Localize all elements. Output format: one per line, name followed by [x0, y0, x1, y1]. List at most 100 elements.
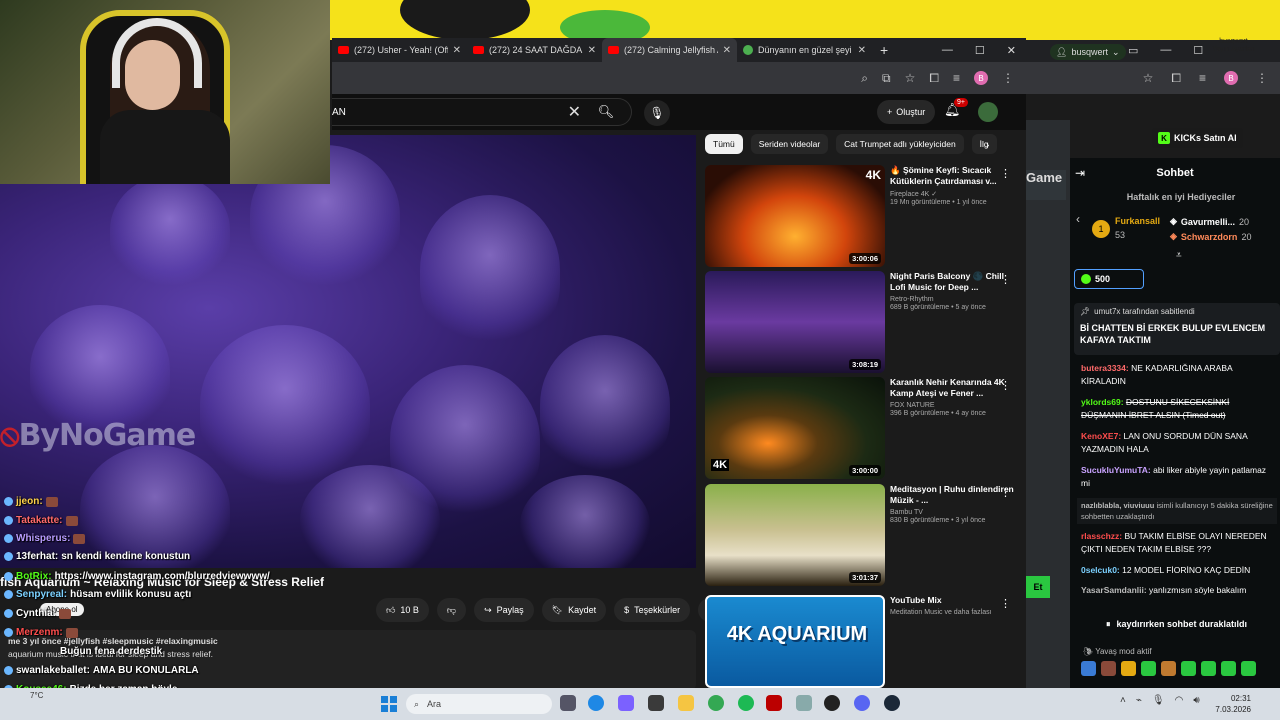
search-box[interactable]: AN ✕ 🔍︎ [332, 98, 632, 126]
taskbar-search[interactable]: ⌕ Ara [406, 694, 552, 714]
discord-icon[interactable] [854, 695, 870, 711]
emote-icon[interactable] [1141, 661, 1156, 676]
thanks-button[interactable]: $ Teşekkürler [614, 598, 691, 622]
chat-username[interactable]: YasarSamdanlii: [1081, 585, 1147, 595]
search-input[interactable]: AN [332, 107, 568, 118]
chip-all[interactable]: Tümü [705, 134, 743, 154]
more-vert-icon[interactable]: ⋮ [1000, 379, 1011, 392]
profile-avatar[interactable]: B [974, 71, 988, 85]
like-button[interactable]: 👍︎ 10 B [376, 598, 429, 622]
channel-name[interactable]: Fireplace 4K ✓ [890, 190, 1015, 198]
video-title[interactable]: Meditasyon | Ruhu dinlendiren Müzik - ..… [890, 484, 1015, 506]
emote-icon[interactable] [1161, 661, 1176, 676]
dislike-button[interactable]: 👎︎ [436, 598, 467, 622]
weather-widget[interactable]: 7°C [30, 691, 43, 700]
clock[interactable]: 02:31 7.03.2026 [1213, 693, 1251, 715]
close-window-icon[interactable]: ✕ [1007, 44, 1016, 57]
extensions-icon[interactable]: ⧠ [929, 71, 939, 86]
channel-points[interactable]: 500 [1074, 269, 1144, 289]
gifter-entry[interactable]: ◈ Gavurmelli... 20 [1170, 216, 1249, 227]
app-icon[interactable] [766, 695, 782, 711]
video-title[interactable]: 🔥 Şömine Keyfi: Sıcacık Kütüklerin Çatır… [890, 165, 1015, 187]
chat-username[interactable]: 0selcuk0: [1081, 565, 1120, 575]
video-title[interactable]: Karanlık Nehir Kenarında 4K Kamp Ateşi v… [890, 377, 1015, 399]
chat-username[interactable]: rlasschzz: [1081, 531, 1122, 541]
menu-kebab-icon[interactable]: ⋮ [1002, 71, 1014, 85]
minimize-icon[interactable]: — [942, 44, 953, 57]
chat-username[interactable]: SucukluYumuTA: [1081, 465, 1151, 475]
copilot-icon[interactable] [618, 695, 634, 711]
gifter-entry[interactable]: Furkansall [1115, 216, 1160, 226]
video-title[interactable]: Night Paris Balcony 🌑 Chill Lofi Music f… [890, 271, 1015, 293]
chat-username[interactable]: butera3334: [1081, 363, 1129, 373]
avatar[interactable] [978, 102, 998, 122]
bookmark-star-icon[interactable]: ☆ [1143, 71, 1154, 85]
related-video[interactable]: 4K 3:00:06 🔥 Şömine Keyfi: Sıcacık Kütük… [705, 165, 1015, 267]
emote-icon[interactable] [1081, 661, 1096, 676]
spotify-icon[interactable] [738, 695, 754, 711]
chrome-icon[interactable] [708, 695, 724, 711]
extensions-icon[interactable]: ⧠ [1171, 71, 1181, 86]
more-vert-icon[interactable]: ⋮ [1000, 167, 1011, 180]
channel-name[interactable]: Meditation Music ve daha fazlası [890, 609, 1015, 616]
emote-icon[interactable] [1181, 661, 1196, 676]
description-box[interactable]: me 3 yıl önce #jellyfish #sleepmusic #re… [0, 630, 696, 690]
video-player[interactable] [0, 135, 696, 568]
volume-icon[interactable]: 🔊︎ [1193, 695, 1199, 706]
browser-tab[interactable]: Dünyanın en güzel şeyi ✕ [737, 38, 872, 62]
file-explorer-icon[interactable] [678, 695, 694, 711]
task-view-icon[interactable] [560, 695, 576, 711]
video-thumbnail[interactable]: 4K 3:00:00 [705, 377, 885, 479]
chevron-right-icon[interactable]: › [986, 140, 989, 151]
video-title[interactable]: YouTube Mix [890, 595, 1015, 606]
clear-icon[interactable]: ✕ [568, 102, 581, 122]
video-thumbnail[interactable]: 3:08:19 [705, 271, 885, 373]
bookmark-star-icon[interactable]: ☆ [905, 71, 916, 85]
chevron-left-icon[interactable]: ‹ [1076, 212, 1080, 226]
close-icon[interactable]: ✕ [588, 45, 596, 56]
obs-settings-shortcut[interactable]: busqwert Yayın Ayarları [1212, 38, 1255, 54]
expand-icon[interactable]: ⩡ [1176, 250, 1182, 261]
profile-avatar[interactable]: B [1224, 71, 1238, 85]
chevron-up-icon[interactable]: ˄ [1120, 695, 1126, 706]
microphone-icon[interactable]: 🎙︎ [1152, 695, 1165, 706]
related-video[interactable]: 4K 3:00:00 Karanlık Nehir Kenarında 4K K… [705, 377, 1015, 479]
chat-username[interactable]: yklords69: [1081, 397, 1124, 407]
app-icon[interactable] [796, 695, 812, 711]
browser-tab-active[interactable]: (272) Calming Jellyfish A ✕ [602, 38, 737, 62]
maximize-icon[interactable]: ☐ [975, 44, 985, 57]
menu-kebab-icon[interactable]: ⋮ [1256, 71, 1268, 85]
related-video[interactable]: 4K AQUARIUM YouTube Mix Meditation Music… [705, 595, 1015, 688]
obs-icon[interactable] [824, 695, 840, 711]
chip-series[interactable]: Seriden videolar [750, 134, 829, 154]
create-button[interactable]: + Oluştur [877, 100, 936, 124]
video-thumbnail[interactable]: 3:01:37 [705, 484, 885, 586]
browser-tab[interactable]: (272) Usher - Yeah! (Offi ✕ [332, 38, 467, 62]
channel-name[interactable]: FOX NATURE [890, 402, 1015, 409]
emote-icon[interactable] [1101, 661, 1116, 676]
more-vert-icon[interactable]: ⋮ [1000, 273, 1011, 286]
chat-paused-button[interactable]: ⏸ kaydırırken sohbet duraklatıldı [1100, 614, 1254, 634]
save-button[interactable]: 🔖︎ Kaydet [541, 598, 607, 622]
pinned-message[interactable]: 📌︎ umut7x tarafından sabitlendi Bİ CHATTE… [1074, 303, 1280, 355]
profile-chip[interactable]: 👤︎ busqwert ⌄ [1050, 44, 1126, 60]
chat-username[interactable]: KenoXE7: [1081, 431, 1121, 441]
maximize-icon[interactable]: ☐ [1193, 44, 1203, 57]
new-tab-button[interactable]: + [880, 42, 888, 58]
channel-name[interactable]: Bambu TV [890, 509, 1015, 516]
kick-follow-button[interactable]: Et [1026, 576, 1050, 598]
chip-uploader[interactable]: Cat Trumpet adlı yükleyiciden [836, 134, 964, 154]
microphone-icon[interactable]: 🎙︎ [644, 100, 670, 126]
browser-tab[interactable]: (272) 24 SAAT DAĞDA M ✕ [467, 38, 602, 62]
close-icon[interactable]: ✕ [453, 45, 461, 56]
pip-icon[interactable]: ▭ [1128, 44, 1138, 57]
windows-start-icon[interactable] [381, 696, 397, 712]
related-video[interactable]: 3:01:37 Meditasyon | Ruhu dinlendiren Mü… [705, 484, 1015, 586]
share-button[interactable]: ↪ Paylaş [474, 598, 534, 622]
edge-icon[interactable] [588, 695, 604, 711]
related-video[interactable]: 3:08:19 Night Paris Balcony 🌑 Chill Lofi… [705, 271, 1015, 373]
more-vert-icon[interactable]: ⋮ [1000, 486, 1011, 499]
emote-icon[interactable] [1121, 661, 1136, 676]
emote-icon[interactable] [1221, 661, 1236, 676]
zoom-icon[interactable]: ⌕ [861, 71, 868, 86]
